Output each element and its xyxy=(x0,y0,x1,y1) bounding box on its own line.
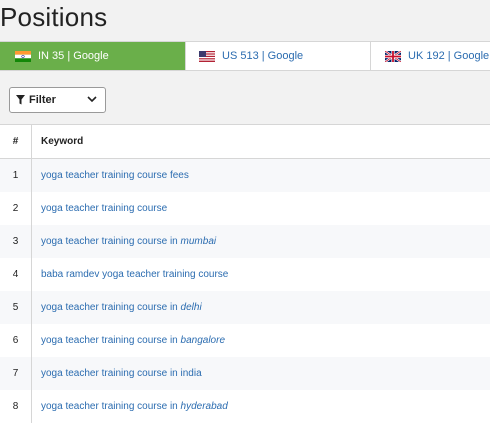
keyword-location: delhi xyxy=(180,302,202,313)
table-row: 4 baba ramdev yoga teacher training cours… xyxy=(0,258,490,291)
keyword-link[interactable]: yoga teacher training course fees xyxy=(32,170,189,181)
table-header: # Keyword xyxy=(0,124,490,159)
row-number: 3 xyxy=(0,225,32,258)
table-row: 1 yoga teacher training course fees xyxy=(0,159,490,192)
table-body: 1 yoga teacher training course fees 2 yoga … xyxy=(0,159,490,423)
keyword-text: yoga teacher training course in xyxy=(41,335,181,346)
keyword-link[interactable]: baba ramdev yoga teacher training course xyxy=(32,269,228,280)
table-row: 6 yoga teacher training course in bangalo… xyxy=(0,324,490,357)
keyword-location: mumbai xyxy=(180,236,217,247)
keyword-text: yoga teacher training course fees xyxy=(41,170,189,181)
tab-in-google[interactable]: IN 35 | Google xyxy=(0,42,186,70)
table-row: 5 yoga teacher training course in delhi xyxy=(0,291,490,324)
keyword-text: yoga teacher training course in india xyxy=(41,368,202,379)
keyword-link[interactable]: yoga teacher training course in hyderaba… xyxy=(32,401,228,412)
column-header-keyword[interactable]: Keyword xyxy=(32,136,83,147)
flag-us-icon xyxy=(199,50,215,62)
row-number: 1 xyxy=(0,159,32,192)
keyword-link[interactable]: yoga teacher training course in india xyxy=(32,368,202,379)
row-number: 4 xyxy=(0,258,32,291)
page-title: Positions xyxy=(0,2,108,32)
keyword-location: hyderabad xyxy=(180,401,228,412)
row-number: 8 xyxy=(0,390,32,423)
tab-uk-google[interactable]: UK 192 | Google xyxy=(371,42,490,70)
row-number: 6 xyxy=(0,324,32,357)
filter-button[interactable]: Filter xyxy=(9,87,106,113)
filter-bar: Filter xyxy=(0,71,490,124)
flag-uk-icon xyxy=(385,50,401,62)
row-number: 7 xyxy=(0,357,32,390)
keyword-text: yoga teacher training course xyxy=(41,203,168,214)
table-row: 8 yoga teacher training course in hyderab… xyxy=(0,390,490,423)
row-number: 5 xyxy=(0,291,32,324)
keyword-link[interactable]: yoga teacher training course in delhi xyxy=(32,302,202,313)
column-header-num[interactable]: # xyxy=(0,125,32,158)
tab-label: IN 35 | Google xyxy=(38,50,109,62)
keyword-text: baba ramdev yoga teacher training course xyxy=(41,269,229,280)
tab-label: UK 192 | Google xyxy=(408,50,490,62)
keywords-table: # Keyword 1 yoga teacher training course … xyxy=(0,124,490,423)
keyword-text: yoga teacher training course in xyxy=(41,302,181,313)
keyword-text: yoga teacher training course in xyxy=(41,236,181,247)
table-row: 2 yoga teacher training course xyxy=(0,192,490,225)
table-row: 3 yoga teacher training course in mumbai xyxy=(0,225,490,258)
chevron-down-icon xyxy=(87,96,97,103)
keyword-link[interactable]: yoga teacher training course in mumbai xyxy=(32,236,216,247)
filter-label: Filter xyxy=(29,94,56,106)
keyword-location: bangalore xyxy=(180,335,226,346)
tab-label: US 513 | Google xyxy=(222,50,304,62)
filter-icon xyxy=(16,95,25,105)
keyword-text: yoga teacher training course in xyxy=(41,401,181,412)
search-engine-tabs: IN 35 | Google US 513 | Google UK 192 | … xyxy=(0,41,490,71)
table-row: 7 yoga teacher training course in india xyxy=(0,357,490,390)
tab-us-google[interactable]: US 513 | Google xyxy=(186,42,371,70)
row-number: 2 xyxy=(0,192,32,225)
keyword-link[interactable]: yoga teacher training course in bangalor… xyxy=(32,335,225,346)
flag-in-icon xyxy=(15,50,31,62)
keyword-link[interactable]: yoga teacher training course xyxy=(32,203,167,214)
page-header: Positions xyxy=(0,0,490,41)
